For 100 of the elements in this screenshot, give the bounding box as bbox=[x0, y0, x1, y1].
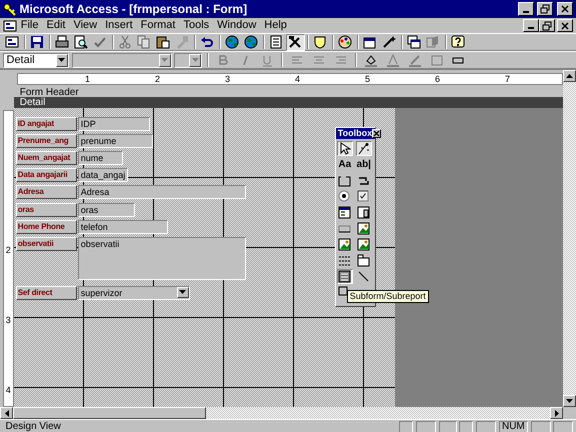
subform-tool[interactable] bbox=[336, 268, 353, 284]
menu-item[interactable]: Edit bbox=[42, 19, 70, 32]
close-button[interactable] bbox=[372, 128, 382, 138]
field-label[interactable]: Data angajarii bbox=[16, 168, 77, 182]
field-label[interactable]: Prenume_ang bbox=[16, 134, 77, 148]
toolbox-tool[interactable]: Aa bbox=[336, 156, 353, 172]
dropdown-arrow-icon bbox=[179, 290, 186, 294]
scroll-left-icon bbox=[4, 410, 8, 416]
status-panel bbox=[438, 420, 457, 432]
ruler-number: 2 bbox=[155, 74, 160, 84]
underline-icon bbox=[260, 54, 273, 66]
font-size-dropdown[interactable] bbox=[174, 52, 202, 68]
field-label[interactable]: Nuem_angajat bbox=[16, 150, 77, 165]
spelling-icon bbox=[93, 35, 108, 49]
list-box-tool[interactable] bbox=[356, 204, 372, 220]
dropdown-arrow-icon bbox=[161, 58, 168, 62]
image-icon bbox=[338, 238, 352, 250]
menu-item[interactable]: View bbox=[69, 19, 102, 32]
object-dropdown[interactable]: Detail bbox=[2, 52, 69, 68]
hammer-wrench-button[interactable] bbox=[286, 34, 305, 50]
combo-box-icon bbox=[338, 206, 352, 218]
menu-item[interactable]: Window bbox=[213, 19, 260, 32]
num-lock-indicator: NUM bbox=[498, 420, 528, 432]
font-color-icon bbox=[387, 54, 399, 66]
toolbox-title: Toolbox bbox=[338, 128, 372, 138]
tab-control-icon bbox=[357, 254, 370, 266]
text-box[interactable]: nume bbox=[78, 150, 123, 165]
globe-icon bbox=[244, 35, 258, 49]
text-box[interactable]: telefon bbox=[78, 220, 168, 234]
scroll-right-icon bbox=[554, 410, 558, 416]
field-label[interactable]: oras bbox=[16, 202, 77, 216]
option-button-tool-icon bbox=[338, 190, 352, 202]
align-right-icon bbox=[334, 54, 347, 66]
hammer-wrench-icon bbox=[288, 35, 302, 49]
field-label[interactable]: ID angajat bbox=[16, 116, 77, 130]
help-icon bbox=[451, 35, 466, 49]
cut-icon bbox=[118, 35, 132, 49]
option-group-icon bbox=[338, 174, 352, 186]
align-left-icon bbox=[291, 54, 304, 66]
section-bar[interactable]: Form Header bbox=[14, 88, 563, 98]
restore-button[interactable] bbox=[539, 19, 556, 32]
field-label[interactable]: Home Phone bbox=[16, 220, 77, 234]
dropdown-arrow-icon bbox=[192, 58, 199, 62]
menu-item[interactable]: Tools bbox=[179, 19, 214, 32]
pointer-icon bbox=[338, 142, 352, 154]
dropdown-arrow-icon bbox=[58, 58, 66, 62]
scroll-thumb[interactable] bbox=[13, 407, 206, 419]
text-box[interactable]: IDP bbox=[78, 116, 150, 130]
combo-box-tool[interactable] bbox=[336, 204, 353, 220]
text-box[interactable]: prenume bbox=[78, 134, 153, 148]
image-tool[interactable] bbox=[356, 236, 372, 252]
close-icon bbox=[560, 20, 570, 30]
minimize-button[interactable] bbox=[523, 19, 540, 32]
menu-item[interactable]: File bbox=[16, 19, 42, 32]
menu-item[interactable]: Format bbox=[136, 19, 180, 32]
copy-icon bbox=[137, 35, 152, 49]
ruler-number: 4 bbox=[6, 384, 11, 394]
image-tool[interactable] bbox=[356, 220, 372, 236]
menu-item[interactable]: Help bbox=[260, 19, 291, 32]
section-bar[interactable]: Detail bbox=[14, 98, 563, 108]
new-object-icon bbox=[426, 35, 440, 49]
text-box[interactable]: Adresa bbox=[78, 185, 246, 200]
status-panel bbox=[530, 420, 550, 432]
status-text: Design View bbox=[4, 420, 62, 432]
tab-control-tool[interactable] bbox=[356, 252, 372, 268]
text-box[interactable]: data_angaj bbox=[78, 168, 128, 182]
font-dropdown[interactable] bbox=[72, 52, 172, 68]
wizard-tool[interactable] bbox=[356, 140, 372, 156]
tooltip: Subform/Subreport bbox=[346, 290, 429, 302]
image-tool[interactable] bbox=[336, 236, 353, 252]
align-center-icon bbox=[313, 54, 325, 66]
vertical-scrollbar[interactable] bbox=[563, 70, 576, 407]
ruler-number: 5 bbox=[365, 74, 370, 84]
fill-color-icon bbox=[365, 54, 378, 66]
status-panel bbox=[459, 420, 474, 432]
wand-icon bbox=[382, 35, 396, 49]
field-label[interactable]: Sef direct bbox=[16, 286, 77, 300]
toolbox-tool[interactable]: ab| bbox=[356, 156, 372, 172]
close-icon bbox=[373, 130, 380, 136]
status-panel bbox=[399, 420, 414, 432]
ruler-number: 7 bbox=[505, 74, 510, 84]
text-box[interactable]: oras bbox=[78, 202, 135, 216]
shield-icon bbox=[313, 35, 328, 49]
status-panel bbox=[476, 420, 496, 432]
minimize-icon bbox=[528, 27, 534, 29]
line-width-icon bbox=[430, 54, 442, 66]
menu-item[interactable]: Insert bbox=[101, 19, 137, 32]
field-label[interactable]: Adresa bbox=[16, 185, 77, 200]
combo-box[interactable]: supervizor bbox=[78, 286, 190, 300]
horizontal-scrollbar[interactable] bbox=[0, 407, 576, 419]
minimize-icon bbox=[522, 11, 529, 13]
ruler-number: 6 bbox=[435, 74, 440, 84]
field-label[interactable]: observatii bbox=[16, 236, 77, 251]
minimize-button[interactable] bbox=[518, 2, 534, 16]
ruler-number: 4 bbox=[295, 74, 300, 84]
ruler-number: 1 bbox=[85, 74, 90, 84]
pointer-tool[interactable] bbox=[336, 140, 353, 156]
text-box[interactable]: observatii bbox=[78, 236, 246, 280]
form-view-icon bbox=[5, 35, 20, 49]
restore-button[interactable] bbox=[536, 2, 552, 16]
